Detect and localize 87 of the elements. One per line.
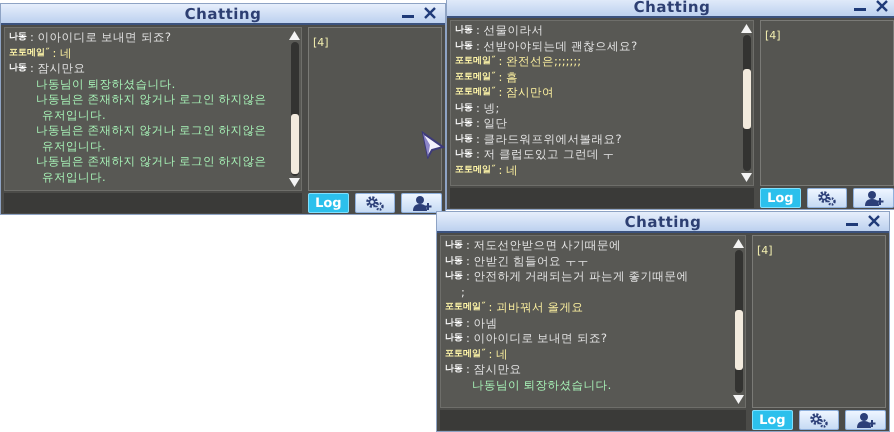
- scroll-down-icon[interactable]: [733, 395, 744, 404]
- message-text: : 괴바꿔서 올게요: [488, 300, 584, 314]
- sender-name: 나동: [445, 271, 463, 281]
- log-button[interactable]: Log: [308, 193, 349, 213]
- add-friend-button[interactable]: [401, 193, 442, 213]
- person-add-icon: [412, 195, 432, 211]
- sender-name: 나동: [455, 118, 473, 128]
- chat-input[interactable]: [440, 410, 746, 430]
- settings-button[interactable]: [798, 410, 840, 430]
- chat-input[interactable]: [450, 188, 754, 208]
- message-text: : 완전선은;;;;;;;: [498, 54, 582, 68]
- close-icon[interactable]: [867, 214, 881, 228]
- message-text: : 일단: [476, 116, 508, 130]
- sender-name: 포토메일˝: [455, 72, 496, 82]
- sender-name: 포토메일˝: [455, 56, 496, 66]
- sender-name: 나동: [455, 102, 473, 112]
- message-text: : 잠시만여: [498, 85, 554, 99]
- sender-name: 포토메일˝: [455, 164, 496, 174]
- channel-label: [4]: [765, 29, 781, 42]
- sender-name: 나동: [455, 134, 473, 144]
- chat-input[interactable]: [4, 193, 302, 213]
- sender-name: 포토메일˝: [9, 48, 50, 58]
- message-text: : 선물이라서: [476, 23, 544, 37]
- system-message: 나동님은 존재하지 않거나 로그인 하지않은 유저입니다.: [36, 123, 267, 152]
- message-text: : 클라드워프위에서볼래요?: [476, 132, 622, 146]
- window-title: Chatting: [624, 212, 702, 230]
- close-icon[interactable]: [875, 0, 889, 13]
- sender-name: 나동: [445, 256, 463, 266]
- close-icon[interactable]: [423, 6, 437, 20]
- message-text: : 넹;: [476, 100, 500, 114]
- system-message: 나동님이 퇴장하셨습니다.: [36, 76, 176, 90]
- add-friend-button[interactable]: [853, 188, 894, 208]
- window-title: Chatting: [184, 4, 262, 22]
- message-text: : 선받아야되는데 괜찮으세요?: [476, 38, 638, 52]
- message-text: : 아넴: [466, 316, 498, 330]
- sender-name: 나동: [445, 240, 463, 250]
- log-button[interactable]: Log: [752, 410, 793, 430]
- scrollbar-thumb[interactable]: [742, 69, 750, 129]
- person-add-icon: [864, 190, 884, 206]
- sender-name: 포토메일˝: [455, 87, 496, 97]
- sender-name: 나동: [455, 25, 473, 35]
- sender-name: 포토메일˝: [445, 348, 486, 358]
- system-message: 나동님이 퇴장하셨습니다.: [472, 378, 612, 392]
- cursor-icon: [421, 131, 445, 159]
- channel-label: [4]: [757, 244, 773, 257]
- add-friend-button[interactable]: [845, 410, 886, 430]
- system-message: 나동님은 존재하지 않거나 로그인 하지않은 유저입니다.: [36, 154, 267, 184]
- scrollbar-track[interactable]: [734, 250, 742, 393]
- scrollbar-thumb[interactable]: [734, 310, 742, 370]
- sender-name: 나동: [455, 40, 473, 50]
- message-text: : 잠시만요: [30, 61, 86, 75]
- message-text: : 저 클럽도있고 그런데 ㅜ: [476, 147, 614, 161]
- log-button[interactable]: Log: [760, 188, 801, 208]
- sender-name: 나동: [445, 318, 463, 328]
- scrollbar-track[interactable]: [290, 42, 298, 176]
- sender-name: 나동: [9, 63, 27, 73]
- gears-icon: [816, 190, 838, 206]
- system-message: 나동님은 존재하지 않거나 로그인 하지않은 유저입니다.: [36, 92, 267, 122]
- scrollbar-track[interactable]: [742, 35, 750, 171]
- sender-name: 나동: [455, 149, 473, 159]
- sender-name: 포토메일˝: [445, 302, 486, 312]
- message-text: : 저도선안받으면 사기때문에: [466, 238, 622, 252]
- message-text: : 흠: [498, 70, 518, 84]
- message-text: : 네: [498, 162, 518, 176]
- sender-name: 나동: [9, 32, 27, 42]
- message-text: : 이아이디로 보내면 되죠?: [30, 30, 171, 44]
- sender-name: 나동: [445, 333, 463, 343]
- person-add-icon: [856, 412, 876, 428]
- gears-icon: [808, 412, 830, 428]
- scrollbar-thumb[interactable]: [290, 114, 298, 174]
- message-text: : 안받긴 힘들어요 ㅜㅜ: [466, 254, 589, 268]
- message-text: : 이아이디로 보내면 되죠?: [466, 331, 607, 345]
- window-title: Chatting: [634, 0, 710, 16]
- settings-button[interactable]: [354, 193, 396, 213]
- message-text: : 네: [488, 346, 508, 360]
- channel-label: [4]: [313, 36, 329, 49]
- scroll-down-icon[interactable]: [289, 178, 300, 187]
- scroll-up-icon[interactable]: [741, 24, 752, 33]
- message-text: : 안전하게 거래되는거 파는게 좋기때문에 ;: [461, 269, 688, 298]
- sender-name: 나동: [445, 364, 463, 374]
- message-text: : 잠시만요: [466, 362, 522, 376]
- scroll-up-icon[interactable]: [289, 31, 300, 40]
- scroll-down-icon[interactable]: [741, 173, 752, 182]
- gears-icon: [364, 196, 386, 210]
- scroll-up-icon[interactable]: [733, 239, 744, 248]
- message-text: : 네: [52, 46, 72, 60]
- settings-button[interactable]: [806, 188, 848, 208]
